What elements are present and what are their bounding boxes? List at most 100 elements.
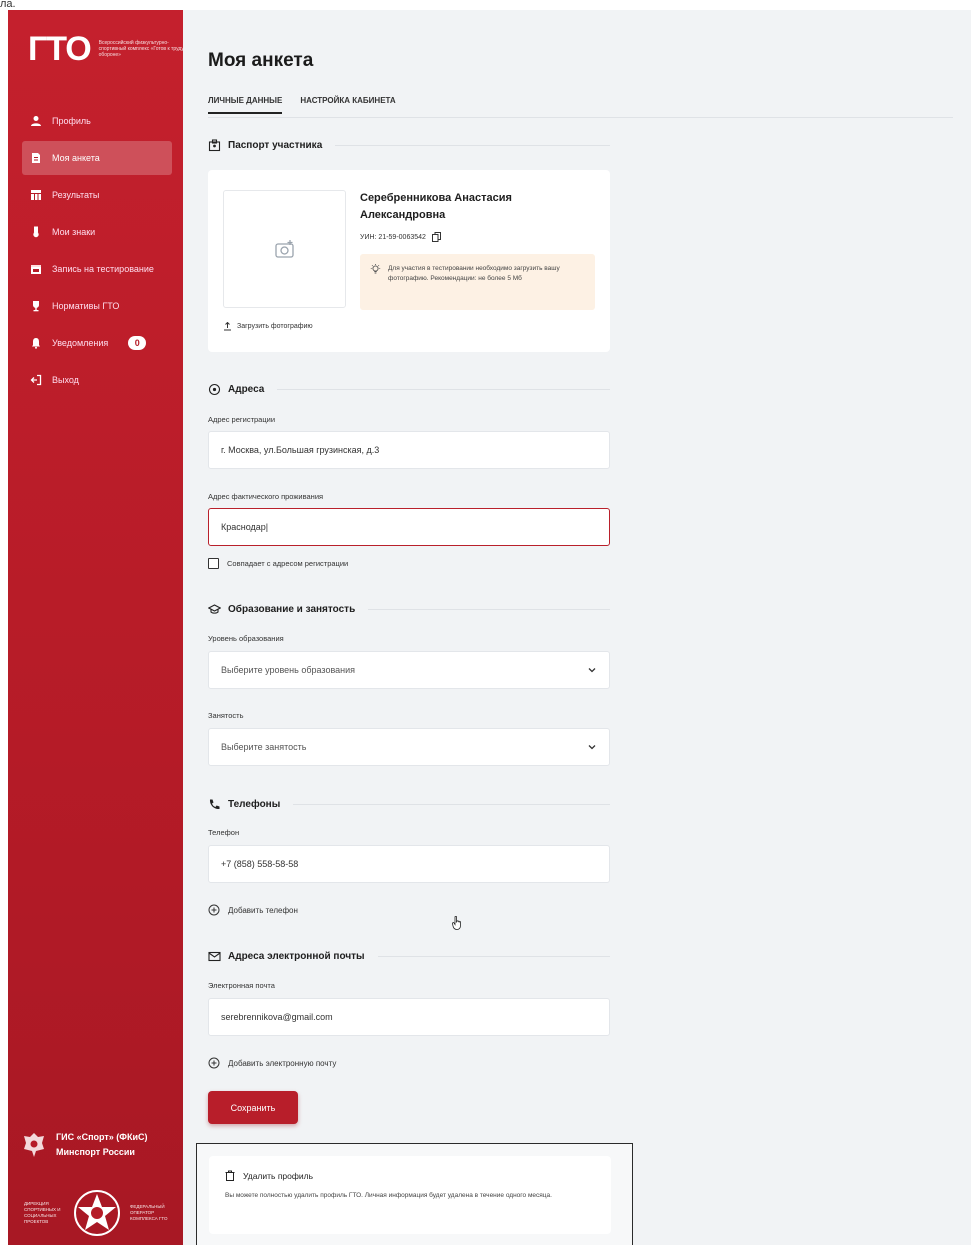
copy-icon[interactable] <box>431 232 441 242</box>
calendar-icon <box>30 263 42 275</box>
chevron-down-icon <box>588 668 596 673</box>
hand-cursor-icon <box>452 916 461 930</box>
sidebar-item-testing-signup[interactable]: Запись на тестирование <box>22 252 172 286</box>
education-level-label: Уровень образования <box>208 634 284 643</box>
gto-star-emblem-icon <box>74 1190 120 1236</box>
same-address-checkbox[interactable] <box>208 558 219 569</box>
sidebar-item-badges[interactable]: Мои знаки <box>22 215 172 249</box>
sidebar-item-norms[interactable]: Нормативы ГТО <box>22 289 172 323</box>
section-divider <box>277 388 610 390</box>
logo-mark: ГТО <box>28 30 92 68</box>
add-email-label: Добавить электронную почту <box>228 1058 337 1068</box>
medal-icon <box>30 226 42 238</box>
main-content: Моя анкета ЛИЧНЫЕ ДАННЫЕ НАСТРОЙКА КАБИН… <box>183 10 971 1245</box>
save-button[interactable]: Сохранить <box>208 1091 298 1124</box>
delete-profile-frame: Удалить профиль Вы можете полностью удал… <box>196 1143 633 1245</box>
bell-icon <box>30 337 42 349</box>
notifications-count-badge: 0 <box>128 336 147 350</box>
actual-address-value: Краснодар| <box>221 522 269 532</box>
sidebar-nav: Профиль Моя анкета Результаты Мои знаки <box>22 104 172 400</box>
sidebar-item-label: Запись на тестирование <box>52 264 154 274</box>
delete-profile-title: Удалить профиль <box>243 1170 314 1181</box>
photo-placeholder[interactable] <box>223 190 346 308</box>
sidebar-item-profile[interactable]: Профиль <box>22 104 172 138</box>
section-divider <box>368 608 610 610</box>
sidebar-item-label: Уведомления <box>52 338 109 348</box>
tabs-divider <box>208 117 953 118</box>
add-photo-icon <box>274 240 294 258</box>
partner-logos: ДИРЕКЦИЯ СПОРТИВНЫХ И СОЦИАЛЬНЫХ ПРОЕКТО… <box>24 1188 170 1238</box>
page-title: Моя анкета <box>208 50 314 71</box>
table-icon <box>30 189 42 201</box>
phone-icon <box>208 798 221 811</box>
upload-photo-link[interactable]: Загрузить фотографию <box>223 322 313 331</box>
address-section-heading: Адреса <box>208 381 610 397</box>
uin-row: УИН: 21-59-0063542 <box>360 232 441 242</box>
logout-icon <box>30 374 42 386</box>
ministry-name: Минспорт России <box>56 1147 135 1157</box>
partner-right-text: ФЕДЕРАЛЬНЫЙ ОПЕРАТОР КОМПЛЕКСА ГТО <box>130 1204 168 1221</box>
phone-value: +7 (858) 558-58-58 <box>221 859 299 869</box>
email-label: Электронная почта <box>208 981 275 990</box>
education-level-select[interactable]: Выберите уровень образования <box>208 651 610 689</box>
sidebar-item-label: Нормативы ГТО <box>52 301 120 311</box>
logo-subtitle: Всероссийский физкультурно-спортивный ко… <box>98 40 183 58</box>
add-phone-link[interactable]: Добавить телефон <box>208 904 298 916</box>
ministry-block: ГИС «Спорт» (ФКиС) Минспорт России <box>22 1130 148 1160</box>
sidebar-item-label: Моя анкета <box>52 153 100 163</box>
add-email-link[interactable]: Добавить электронную почту <box>208 1057 336 1069</box>
gto-logo[interactable]: ГТО Всероссийский физкультурно-спортивны… <box>28 32 183 66</box>
phone-label: Телефон <box>208 828 240 837</box>
email-input[interactable]: serebrennikova@gmail.com <box>208 998 610 1036</box>
section-title: Адреса электронной почты <box>228 950 365 962</box>
registration-address-input[interactable]: г. Москва, ул.Большая грузинская, д.3 <box>208 431 610 469</box>
same-address-checkbox-row[interactable]: Совпадает с адресом регистрации <box>208 558 348 569</box>
user-icon <box>30 115 42 127</box>
sidebar-item-label: Результаты <box>52 190 100 200</box>
sidebar-item-results[interactable]: Результаты <box>22 178 172 212</box>
id-card-icon <box>208 138 221 152</box>
envelope-icon <box>208 950 221 963</box>
email-value: serebrennikova@gmail.com <box>221 1012 333 1022</box>
tab-cabinet-settings[interactable]: НАСТРОЙКА КАБИНЕТА <box>300 96 395 114</box>
sidebar-item-notifications[interactable]: Уведомления 0 <box>22 326 172 360</box>
employment-placeholder: Выберите занятость <box>221 742 307 752</box>
participant-passport-card: Загрузить фотографию Серебренникова Анас… <box>208 170 610 352</box>
upload-icon <box>224 322 231 331</box>
plus-circle-icon <box>208 904 220 916</box>
emails-section-heading: Адреса электронной почты <box>208 948 610 964</box>
document-icon <box>30 152 42 164</box>
sidebar-item-my-form[interactable]: Моя анкета <box>22 141 172 175</box>
phone-input[interactable]: +7 (858) 558-58-58 <box>208 845 610 883</box>
registration-address-label: Адрес регистрации <box>208 415 276 424</box>
sidebar-item-logout[interactable]: Выход <box>22 363 172 397</box>
section-title: Паспорт участника <box>228 139 323 151</box>
uin-value: УИН: 21-59-0063542 <box>360 233 426 241</box>
location-pin-icon <box>208 383 221 396</box>
photo-notice-text: Для участия в тестировании необходимо за… <box>388 265 560 282</box>
section-divider <box>293 803 610 805</box>
section-title: Образование и занятость <box>228 603 356 615</box>
education-section-heading: Образование и занятость <box>208 601 610 617</box>
section-divider <box>335 144 610 146</box>
employment-label: Занятость <box>208 711 244 720</box>
participant-name: Серебренникова Анастасия Александровна <box>360 192 512 221</box>
graduation-cap-icon <box>208 603 221 616</box>
partner-left-text: ДИРЕКЦИЯ СПОРТИВНЫХ И СОЦИАЛЬНЫХ ПРОЕКТО… <box>24 1201 61 1224</box>
sidebar-item-label: Профиль <box>52 116 91 126</box>
lightbulb-icon <box>370 264 381 274</box>
actual-address-input[interactable]: Краснодар| <box>208 508 610 546</box>
sidebar-item-label: Выход <box>52 375 79 385</box>
phones-section-heading: Телефоны <box>208 796 610 812</box>
delete-profile-link[interactable]: Удалить профиль <box>225 1170 595 1181</box>
section-title: Телефоны <box>228 798 281 810</box>
org-name: ГИС «Спорт» (ФКиС) <box>56 1132 148 1142</box>
tab-personal-data[interactable]: ЛИЧНЫЕ ДАННЫЕ <box>208 96 283 114</box>
passport-section-heading: Паспорт участника <box>208 137 610 153</box>
plus-circle-icon <box>208 1057 220 1069</box>
delete-profile-card: Удалить профиль Вы можете полностью удал… <box>209 1156 611 1234</box>
section-title: Адреса <box>228 383 265 395</box>
add-phone-label: Добавить телефон <box>228 905 298 915</box>
section-divider <box>377 955 610 957</box>
employment-select[interactable]: Выберите занятость <box>208 728 610 766</box>
